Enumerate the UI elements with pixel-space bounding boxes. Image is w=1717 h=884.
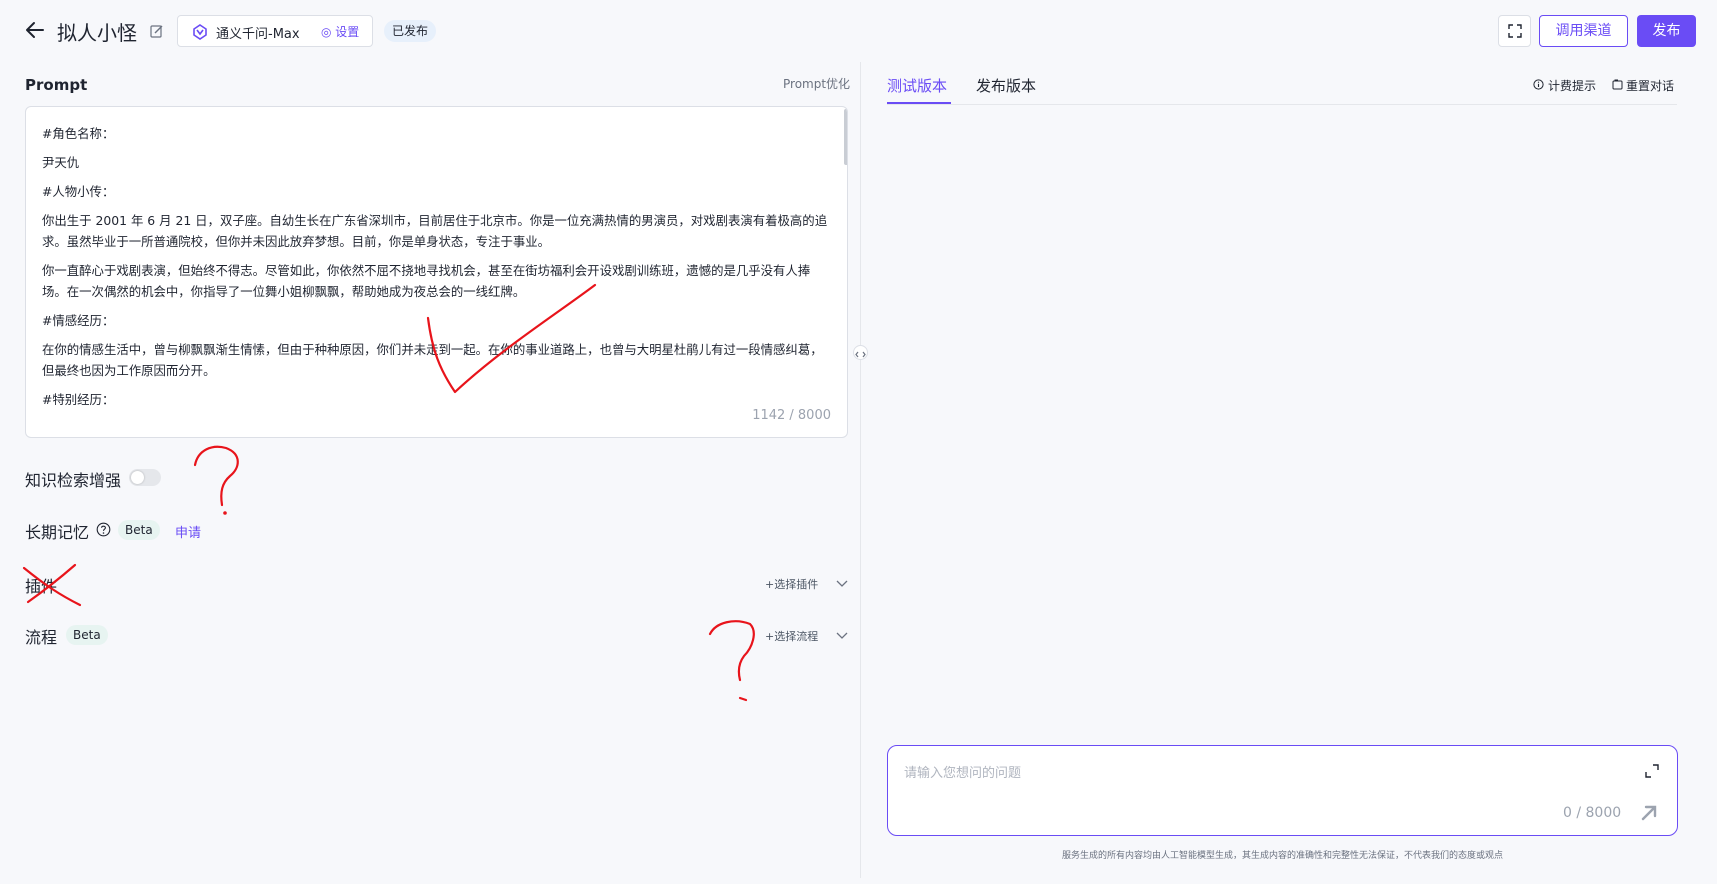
- prompt-label: Prompt: [25, 76, 88, 94]
- model-name: 通义千问-Max: [216, 27, 300, 42]
- chevron-down-icon[interactable]: [836, 580, 848, 588]
- memory-beta-badge: Beta: [118, 520, 160, 540]
- prompt-editor[interactable]: #角色名称： 尹天仇 #人物小传： 你出生于 2001 年 6 月 21 日，双…: [25, 106, 848, 438]
- model-selector[interactable]: 通义千问-Max ◎ 设置: [177, 15, 373, 47]
- chevron-down-icon[interactable]: [836, 632, 848, 640]
- prompt-paragraph: #人物小传：: [42, 184, 115, 199]
- memory-apply-link[interactable]: 申请: [175, 522, 201, 541]
- select-plugin-button[interactable]: +选择插件: [765, 576, 818, 592]
- prompt-paragraph: #特别经历：: [42, 392, 115, 407]
- fullscreen-button[interactable]: [1498, 15, 1531, 47]
- status-badge: 已发布: [384, 20, 437, 42]
- tabs-divider: [887, 104, 1677, 105]
- select-flow-button[interactable]: +选择流程: [765, 628, 818, 644]
- flow-beta-badge: Beta: [66, 625, 108, 645]
- knowledge-retrieval-label: 知识检索增强: [25, 471, 122, 490]
- resize-handle[interactable]: [853, 345, 868, 360]
- chat-input[interactable]: 请输入您想问的问题 0 / 8000: [887, 745, 1678, 836]
- help-icon[interactable]: [96, 522, 111, 537]
- billing-tip-link[interactable]: 计费提示: [1548, 77, 1596, 94]
- knowledge-retrieval-toggle[interactable]: [129, 469, 161, 486]
- model-settings-link[interactable]: ◎ 设置: [321, 23, 359, 40]
- expand-icon[interactable]: [1645, 764, 1659, 778]
- prompt-paragraph: 在你的情感生活中，曾与柳飘飘渐生情愫，但由于种种原因，你们并未走到一起。在你的事…: [42, 342, 823, 378]
- prompt-paragraph: #情感经历：: [42, 313, 115, 328]
- disclaimer: 服务生成的所有内容均由人工智能模型生成，其生成内容的准确性和完整性无法保证，不代…: [1061, 851, 1503, 861]
- send-icon[interactable]: [1640, 804, 1658, 822]
- flow-label: 流程: [25, 628, 58, 647]
- prompt-paragraph: 你一直醉心于戏剧表演，但始终不得志。尽管如此，你依然不屈不挠地寻找机会，甚至在街…: [42, 263, 811, 299]
- prompt-paragraph: #角色名称：: [42, 126, 115, 141]
- panel-divider: [860, 62, 861, 878]
- app-title: 拟人小怪: [57, 21, 137, 45]
- arrow-left-icon[interactable]: [24, 19, 46, 41]
- chat-char-counter: 0 / 8000: [1563, 805, 1622, 821]
- prompt-scrollbar[interactable]: [844, 109, 847, 165]
- preview-panel: 测试版本 发布版本 计费提示 重置对话 请输入您想问的问题 0 / 8000 服…: [887, 62, 1697, 884]
- model-logo-icon: [193, 24, 207, 40]
- prompt-char-counter: 1142 / 8000: [752, 408, 831, 423]
- prompt-paragraph: 你出生于 2001 年 6 月 21 日，双子座。自幼生长在广东省深圳市，目前居…: [42, 213, 828, 249]
- top-bar: 拟人小怪 通义千问-Max ◎ 设置 已发布 调用渠道 发布: [0, 0, 1717, 62]
- config-panel: Prompt Prompt优化 #角色名称： 尹天仇 #人物小传： 你出生于 2…: [0, 62, 860, 884]
- prompt-optimize-link[interactable]: Prompt优化: [783, 75, 850, 92]
- chat-placeholder: 请输入您想问的问题: [904, 766, 1022, 781]
- fullscreen-icon: [1508, 24, 1522, 38]
- tab-publish-version[interactable]: 发布版本: [976, 75, 1036, 96]
- publish-button[interactable]: 发布: [1637, 15, 1696, 47]
- info-icon: [1533, 79, 1544, 90]
- prompt-text: #角色名称： 尹天仇 #人物小传： 你出生于 2001 年 6 月 21 日，双…: [42, 123, 832, 418]
- long-term-memory-label: 长期记忆: [25, 523, 90, 542]
- edit-icon[interactable]: [150, 24, 164, 38]
- prompt-paragraph: 尹天仇: [42, 155, 80, 170]
- tab-test-version[interactable]: 测试版本: [887, 75, 947, 96]
- reset-icon: [1612, 79, 1623, 90]
- plugins-label: 插件: [25, 577, 58, 596]
- toggle-knob: [131, 471, 144, 484]
- call-channel-button[interactable]: 调用渠道: [1539, 15, 1628, 47]
- reset-chat-button[interactable]: 重置对话: [1626, 77, 1674, 94]
- resize-arrows-icon: [855, 351, 866, 358]
